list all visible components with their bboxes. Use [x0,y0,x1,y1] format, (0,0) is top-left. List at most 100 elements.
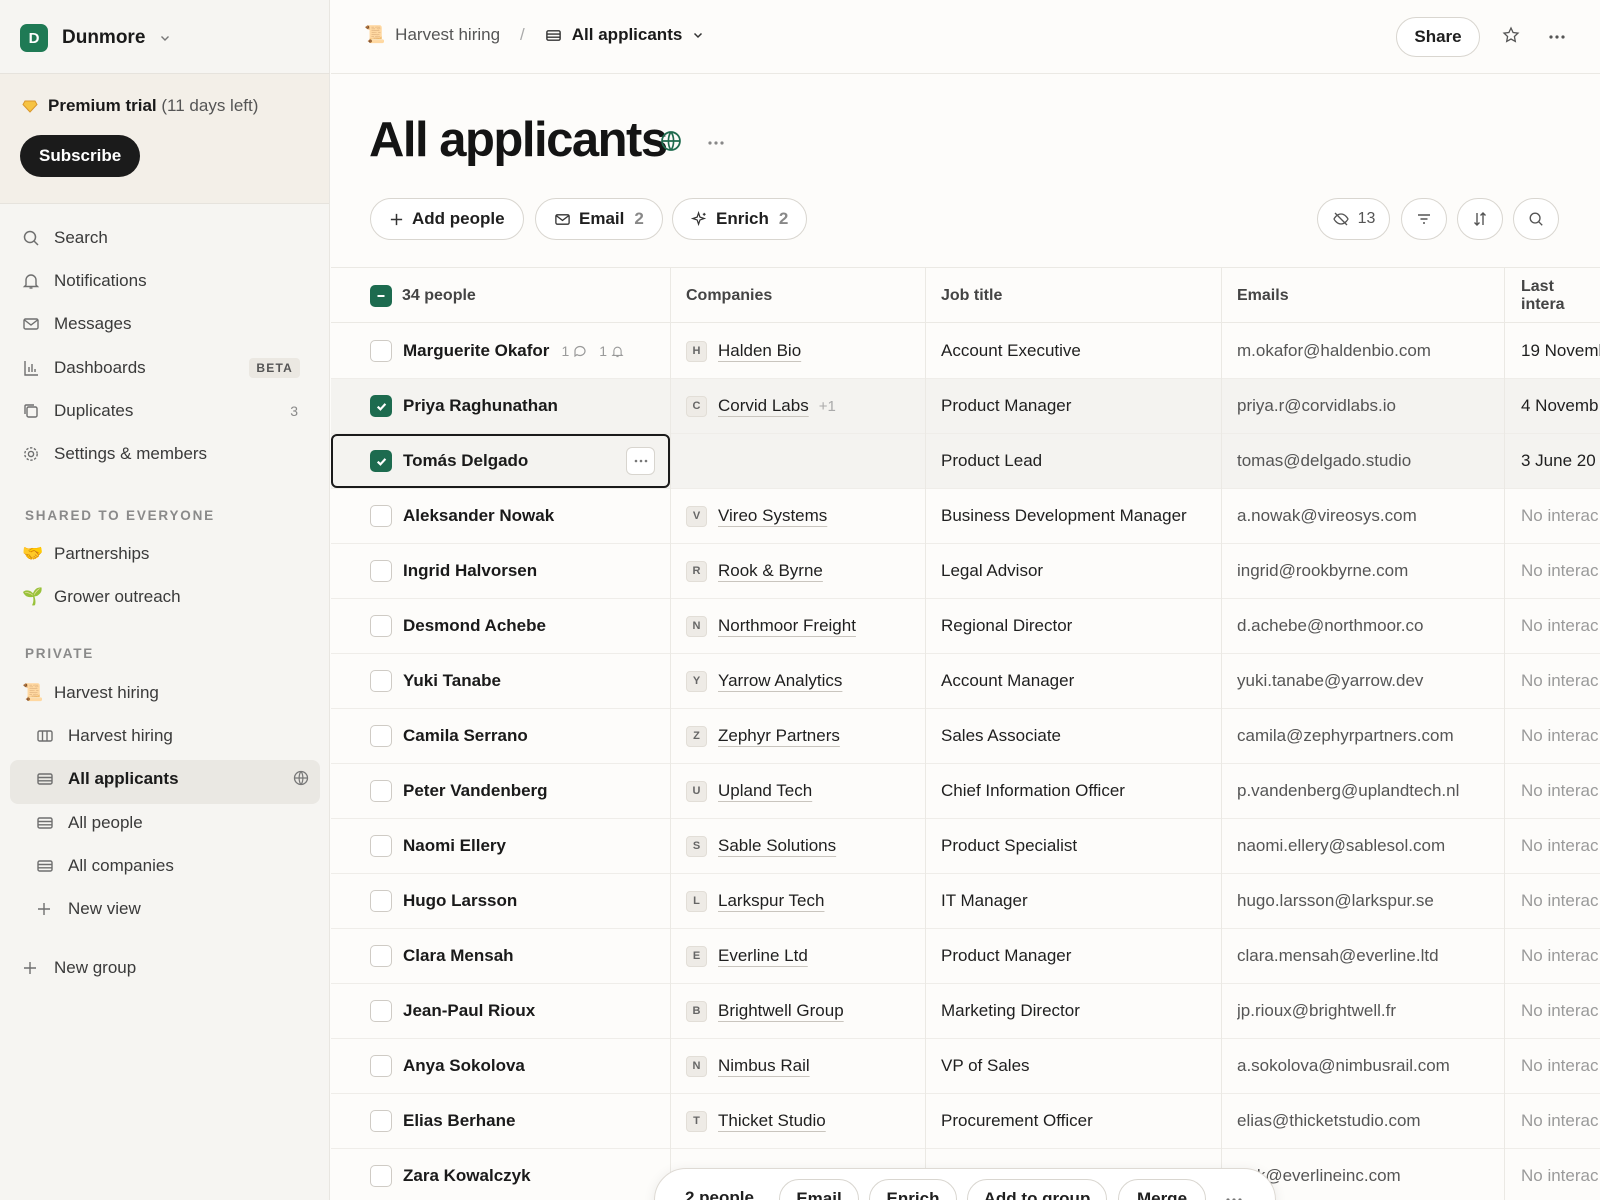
row-options-button[interactable] [626,447,655,475]
person-name[interactable]: Yuki Tanabe [403,671,501,691]
job-title-cell[interactable]: Product Manager [941,929,1231,983]
share-button[interactable]: Share [1396,17,1480,57]
name-cell[interactable]: Zara Kowalczyk [370,1149,670,1200]
row-checkbox[interactable] [370,340,392,362]
company-cell[interactable]: H Halden Bio [686,324,931,378]
nav-search[interactable]: Search [22,220,312,256]
name-cell[interactable]: Marguerite Okafor 1 1 [370,324,670,378]
email-cell[interactable]: a.sokolova@nimbusrail.com [1237,1039,1517,1093]
column-header-job-title[interactable]: Job title [941,268,1002,324]
company-link[interactable]: Thicket Studio [718,1111,826,1131]
select-all[interactable]: 34 people [370,268,476,324]
table-row[interactable]: Marguerite Okafor 1 1 H Halden Bio Account Ex… [331,324,1600,379]
last-interaction-cell[interactable]: No interac [1521,929,1600,983]
person-name[interactable]: Aleksander Nowak [403,506,554,526]
company-link[interactable]: Everline Ltd [718,946,808,966]
row-checkbox[interactable] [370,945,392,967]
last-interaction-cell[interactable]: No interac [1521,1039,1600,1093]
name-cell[interactable]: Naomi Ellery [370,819,670,873]
name-cell[interactable]: Camila Serrano [370,709,670,763]
breadcrumb-parent[interactable]: Harvest hiring [395,25,500,45]
row-checkbox[interactable] [370,505,392,527]
email-cell[interactable]: naomi.ellery@sablesol.com [1237,819,1517,873]
company-cell[interactable]: Y Yarrow Analytics [686,654,931,708]
last-interaction-cell[interactable]: No interac [1521,599,1600,653]
table-row[interactable]: Jean-Paul Rioux B Brightwell Group Marketin… [331,984,1600,1039]
new-group-button[interactable]: New group [22,950,312,986]
company-cell[interactable]: L Larkspur Tech [686,874,931,928]
filter-button[interactable] [1401,198,1447,240]
column-header-last-interaction[interactable]: Last intera [1521,268,1600,324]
company-link[interactable]: Larkspur Tech [718,891,824,911]
person-name[interactable]: Jean-Paul Rioux [403,1001,535,1021]
company-link[interactable]: Upland Tech [718,781,812,801]
email-cell[interactable]: camila@zephyrpartners.com [1237,709,1517,763]
nav-notifications[interactable]: Notifications [22,263,312,299]
job-title-cell[interactable]: Legal Advisor [941,544,1231,598]
company-cell[interactable]: V Vireo Systems [686,489,931,543]
company-cell[interactable] [686,434,931,488]
job-title-cell[interactable]: Regional Director [941,599,1231,653]
person-name[interactable]: Clara Mensah [403,946,514,966]
table-row[interactable]: Elias Berhane T Thicket Studio Procurement … [331,1094,1600,1149]
star-icon[interactable] [1502,26,1520,44]
email-cell[interactable]: d.achebe@northmoor.co [1237,599,1517,653]
company-link[interactable]: Zephyr Partners [718,726,840,746]
company-link[interactable]: Sable Solutions [718,836,836,856]
person-name[interactable]: Peter Vandenberg [403,781,548,801]
sidebar-view-all-people[interactable]: All people [36,805,319,841]
company-link[interactable]: Yarrow Analytics [718,671,842,691]
company-cell[interactable]: B Brightwell Group [686,984,931,1038]
subscribe-button[interactable]: Subscribe [20,135,141,177]
nav-dashboards[interactable]: Dashboards BETA [22,350,312,386]
company-link[interactable]: Halden Bio [718,341,801,361]
bulk-email-button[interactable]: Email [779,1179,859,1200]
company-cell[interactable]: E Everline Ltd [686,929,931,983]
email-cell[interactable]: hugo.larsson@larkspur.se [1237,874,1517,928]
nav-settings[interactable]: Settings & members [22,436,312,472]
table-row[interactable]: Peter Vandenberg U Upland Tech Chief Inform… [331,764,1600,819]
name-cell[interactable]: Desmond Achebe [370,599,670,653]
sidebar-view-all-companies[interactable]: All companies [36,848,319,884]
name-cell[interactable]: Anya Sokolova [370,1039,670,1093]
company-cell[interactable]: Z Zephyr Partners [686,709,931,763]
company-cell[interactable]: U Upland Tech [686,764,931,818]
company-link[interactable]: Corvid Labs [718,396,809,416]
more-icon[interactable] [1548,34,1566,40]
company-link[interactable]: Vireo Systems [718,506,827,526]
name-cell[interactable]: Clara Mensah [370,929,670,983]
person-name[interactable]: Zara Kowalczyk [403,1166,531,1186]
row-checkbox[interactable] [370,1000,392,1022]
sidebar-view-harvest-hiring[interactable]: Harvest hiring [36,718,319,754]
email-cell[interactable]: a.nowak@vireosys.com [1237,489,1517,543]
row-checkbox[interactable] [370,615,392,637]
sidebar-group-harvest-hiring[interactable]: 📜 Harvest hiring [22,675,312,711]
person-name[interactable]: Anya Sokolova [403,1056,525,1076]
email-cell[interactable]: ingrid@rookbyrne.com [1237,544,1517,598]
email-cell[interactable]: jp.rioux@brightwell.fr [1237,984,1517,1038]
sidebar-view-all-applicants[interactable]: All applicants [36,761,319,797]
enrich-button[interactable]: Enrich 2 [672,198,808,240]
globe-icon[interactable] [660,130,682,152]
email-cell[interactable]: tomas@delgado.studio [1237,434,1517,488]
person-name[interactable]: Naomi Ellery [403,836,506,856]
table-row[interactable]: Clara Mensah E Everline Ltd Product Manager… [331,929,1600,984]
merge-button[interactable]: Merge [1118,1179,1206,1200]
company-link[interactable]: Northmoor Freight [718,616,856,636]
sidebar-item-grower-outreach[interactable]: 🌱 Grower outreach [22,579,312,615]
company-cell[interactable]: N Nimbus Rail [686,1039,931,1093]
last-interaction-cell[interactable]: No interac [1521,544,1600,598]
last-interaction-cell[interactable]: No interac [1521,654,1600,708]
company-link[interactable]: Rook & Byrne [718,561,823,581]
job-title-cell[interactable]: IT Manager [941,874,1231,928]
new-view-button[interactable]: New view [36,891,319,927]
table-row[interactable]: Priya Raghunathan C Corvid Labs +1 Product M… [331,379,1600,434]
name-cell[interactable]: Yuki Tanabe [370,654,670,708]
row-checkbox[interactable] [370,1165,392,1187]
email-cell[interactable]: yuki.tanabe@yarrow.dev [1237,654,1517,708]
table-row[interactable]: Desmond Achebe N Northmoor Freight Regional… [331,599,1600,654]
name-cell[interactable]: Peter Vandenberg [370,764,670,818]
person-name[interactable]: Ingrid Halvorsen [403,561,537,581]
last-interaction-cell[interactable]: No interac [1521,1094,1600,1148]
name-cell[interactable]: Ingrid Halvorsen [370,544,670,598]
